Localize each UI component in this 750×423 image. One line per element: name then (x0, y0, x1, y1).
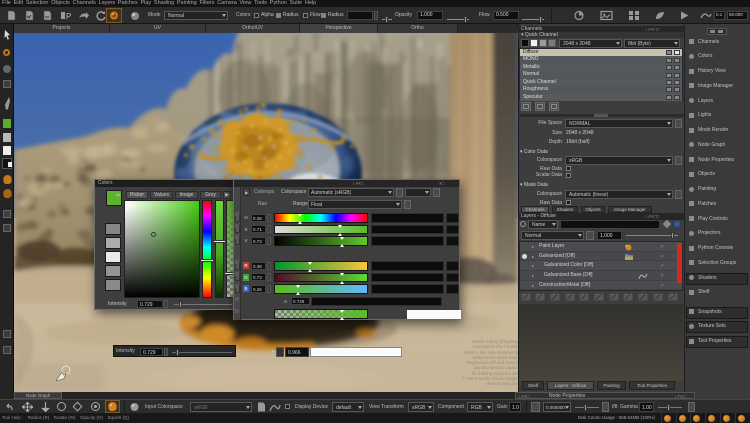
svg-text:P: P (66, 12, 71, 21)
